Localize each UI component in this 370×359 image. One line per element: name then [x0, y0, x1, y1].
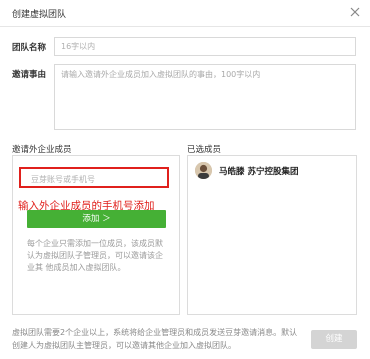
invite-section-label: 邀请外企业成员 — [12, 145, 72, 155]
create-virtual-team-dialog: 创建虚拟团队 团队名称 邀请事由 邀请外企业成员 已选成员 输入外企业成员的手机… — [0, 0, 370, 359]
selected-members-panel: 马皓滕 苏宁控股集团 — [187, 155, 357, 315]
dialog-title: 创建虚拟团队 — [12, 10, 67, 20]
member-search-box[interactable] — [19, 167, 169, 188]
dialog-titlebar: 创建虚拟团队 — [0, 0, 370, 26]
member-name: 马皓滕 苏宁控股集团 — [219, 167, 299, 177]
title-divider — [0, 26, 370, 27]
selected-section-label: 已选成员 — [187, 145, 222, 155]
invite-reason-input[interactable] — [54, 64, 356, 130]
footer-note: 虚拟团队需要2个企业以上，系统将给企业管理员和成员发送豆芽邀请消息。默认创建人为… — [12, 328, 298, 350]
invite-reason-label: 邀请事由 — [12, 70, 47, 80]
avatar — [195, 162, 212, 179]
member-search-input[interactable] — [29, 172, 163, 186]
team-name-input[interactable] — [54, 37, 356, 56]
invite-hint: 每个企业只需添加一位成员，该成员默认为虚拟团队子管理员，可以邀请该企业其 他成员… — [27, 239, 163, 272]
invite-panel: 输入外企业成员的手机号添加 添加 ＞ 每个企业只需添加一位成员，该成员默认为虚拟… — [12, 155, 180, 315]
create-button[interactable]: 创建 — [311, 330, 357, 349]
close-icon[interactable] — [349, 6, 361, 18]
team-name-label: 团队名称 — [12, 43, 47, 53]
add-button[interactable]: 添加 ＞ — [27, 210, 166, 228]
